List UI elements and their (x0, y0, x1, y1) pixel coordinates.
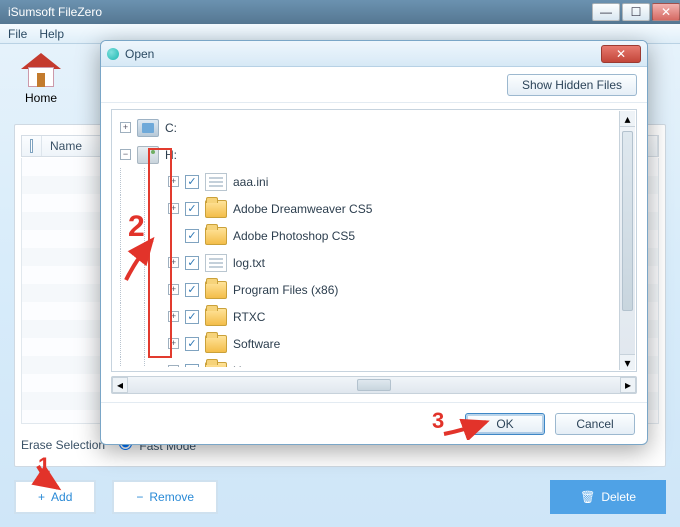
tree-expander[interactable]: + (168, 311, 179, 322)
checkbox-column[interactable] (22, 136, 42, 156)
remove-button[interactable]: Remove (112, 480, 218, 514)
minus-icon (136, 490, 143, 504)
drive-icon (137, 119, 159, 137)
file-icon (205, 254, 227, 272)
tree-node[interactable]: Adobe Photoshop CS5 (116, 222, 618, 249)
tree-node[interactable]: + Software (116, 330, 618, 357)
add-button[interactable]: Add (14, 480, 96, 514)
dialog-toolbar: Show Hidden Files (101, 67, 647, 103)
tree-expander[interactable]: + (168, 176, 179, 187)
tree-checkbox[interactable] (185, 202, 199, 216)
select-all-checkbox[interactable] (30, 139, 33, 153)
maximize-button[interactable]: ☐ (622, 3, 650, 21)
tree-node-label[interactable]: Software (233, 337, 280, 351)
tree-expander[interactable]: + (168, 338, 179, 349)
tree-node-label[interactable]: aaa.ini (233, 175, 268, 189)
show-hidden-button[interactable]: Show Hidden Files (507, 74, 637, 96)
tree-node[interactable]: + Adobe Dreamweaver CS5 (116, 195, 618, 222)
titlebar: iSumsoft FileZero — ☐ ✕ (0, 0, 680, 24)
add-label: Add (51, 490, 72, 504)
tree-expander[interactable]: + (120, 122, 131, 133)
tree-node-label[interactable]: Adobe Dreamweaver CS5 (233, 202, 372, 216)
tree-checkbox[interactable] (185, 175, 199, 189)
scroll-down-arrow[interactable]: ▾ (620, 354, 635, 370)
tree-checkbox[interactable] (185, 256, 199, 270)
tree-node-label[interactable]: RTXC (233, 310, 265, 324)
bottom-bar: Add Remove 🗑 Delete (14, 477, 666, 517)
tree-checkbox[interactable] (185, 310, 199, 324)
drive-icon (137, 146, 159, 164)
home-label: Home (25, 91, 57, 105)
tree-node-label[interactable]: H: (165, 148, 177, 162)
window-title: iSumsoft FileZero (8, 5, 102, 19)
scroll-right-arrow[interactable]: ▸ (620, 377, 636, 393)
folder-icon (205, 200, 227, 218)
minimize-button[interactable]: — (592, 3, 620, 21)
open-dialog: Open ✕ Show Hidden Files +C:−H:+aaa.ini+… (100, 40, 648, 445)
tree-node[interactable]: + Users (116, 357, 618, 367)
tree-expander[interactable]: + (168, 257, 179, 268)
tree-node-label[interactable]: log.txt (233, 256, 265, 270)
tree-checkbox[interactable] (185, 364, 199, 368)
scroll-up-arrow[interactable]: ▴ (620, 111, 635, 127)
tree-node-label[interactable]: Adobe Photoshop CS5 (233, 229, 355, 243)
menu-file[interactable]: File (8, 27, 27, 41)
tree-node-label[interactable]: C: (165, 121, 177, 135)
close-button[interactable]: ✕ (652, 3, 680, 21)
folder-icon (205, 227, 227, 245)
dialog-titlebar[interactable]: Open ✕ (101, 41, 647, 67)
tree-node[interactable]: + log.txt (116, 249, 618, 276)
tree-container: + C: − H: + aaa.ini + Adobe Dreamweaver CS5 Adob… (101, 103, 647, 402)
window-controls: — ☐ ✕ (592, 0, 680, 24)
home-icon (21, 53, 61, 89)
tree-checkbox[interactable] (185, 283, 199, 297)
dialog-title: Open (125, 47, 154, 61)
ok-button[interactable]: OK (465, 413, 545, 435)
folder-icon (205, 308, 227, 326)
delete-label: Delete (601, 490, 636, 504)
folder-icon (205, 335, 227, 353)
delete-button[interactable]: 🗑 Delete (550, 480, 666, 514)
tree-node[interactable]: + C: (116, 114, 618, 141)
tree-horizontal-scrollbar[interactable]: ◂ ▸ (111, 376, 637, 394)
tree-expander[interactable]: + (168, 365, 179, 367)
tree-node-label[interactable]: Program Files (x86) (233, 283, 338, 297)
app-icon (107, 48, 119, 60)
tree-node[interactable]: − H: (116, 141, 618, 168)
tree-expander[interactable]: − (120, 149, 131, 160)
tree-expander[interactable]: + (168, 203, 179, 214)
tree-checkbox[interactable] (185, 229, 199, 243)
remove-label: Remove (149, 490, 194, 504)
dialog-buttons: OK Cancel (101, 402, 647, 444)
folder-icon (205, 281, 227, 299)
tree-vertical-scrollbar[interactable]: ▴ ▾ (619, 111, 635, 370)
scroll-thumb[interactable] (622, 131, 633, 311)
shredder-icon: 🗑 (580, 490, 595, 504)
tree-box: + C: − H: + aaa.ini + Adobe Dreamweaver CS5 Adob… (111, 109, 637, 372)
home-button[interactable]: Home (10, 48, 72, 110)
tree-checkbox[interactable] (185, 337, 199, 351)
tree-node-label[interactable]: Users (233, 364, 264, 368)
cancel-button[interactable]: Cancel (555, 413, 635, 435)
tree-node[interactable]: + Program Files (x86) (116, 276, 618, 303)
folder-icon (205, 362, 227, 368)
dialog-close-button[interactable]: ✕ (601, 45, 641, 63)
file-tree[interactable]: + C: − H: + aaa.ini + Adobe Dreamweaver CS5 Adob… (116, 114, 618, 367)
file-icon (205, 173, 227, 191)
tree-node[interactable]: + aaa.ini (116, 168, 618, 195)
plus-icon (38, 490, 45, 504)
tree-node[interactable]: + RTXC (116, 303, 618, 330)
scroll-left-arrow[interactable]: ◂ (112, 377, 128, 393)
tree-expander[interactable]: + (168, 284, 179, 295)
hscroll-thumb[interactable] (357, 379, 391, 391)
menu-help[interactable]: Help (39, 27, 64, 41)
erase-label: Erase Selection (21, 438, 105, 452)
